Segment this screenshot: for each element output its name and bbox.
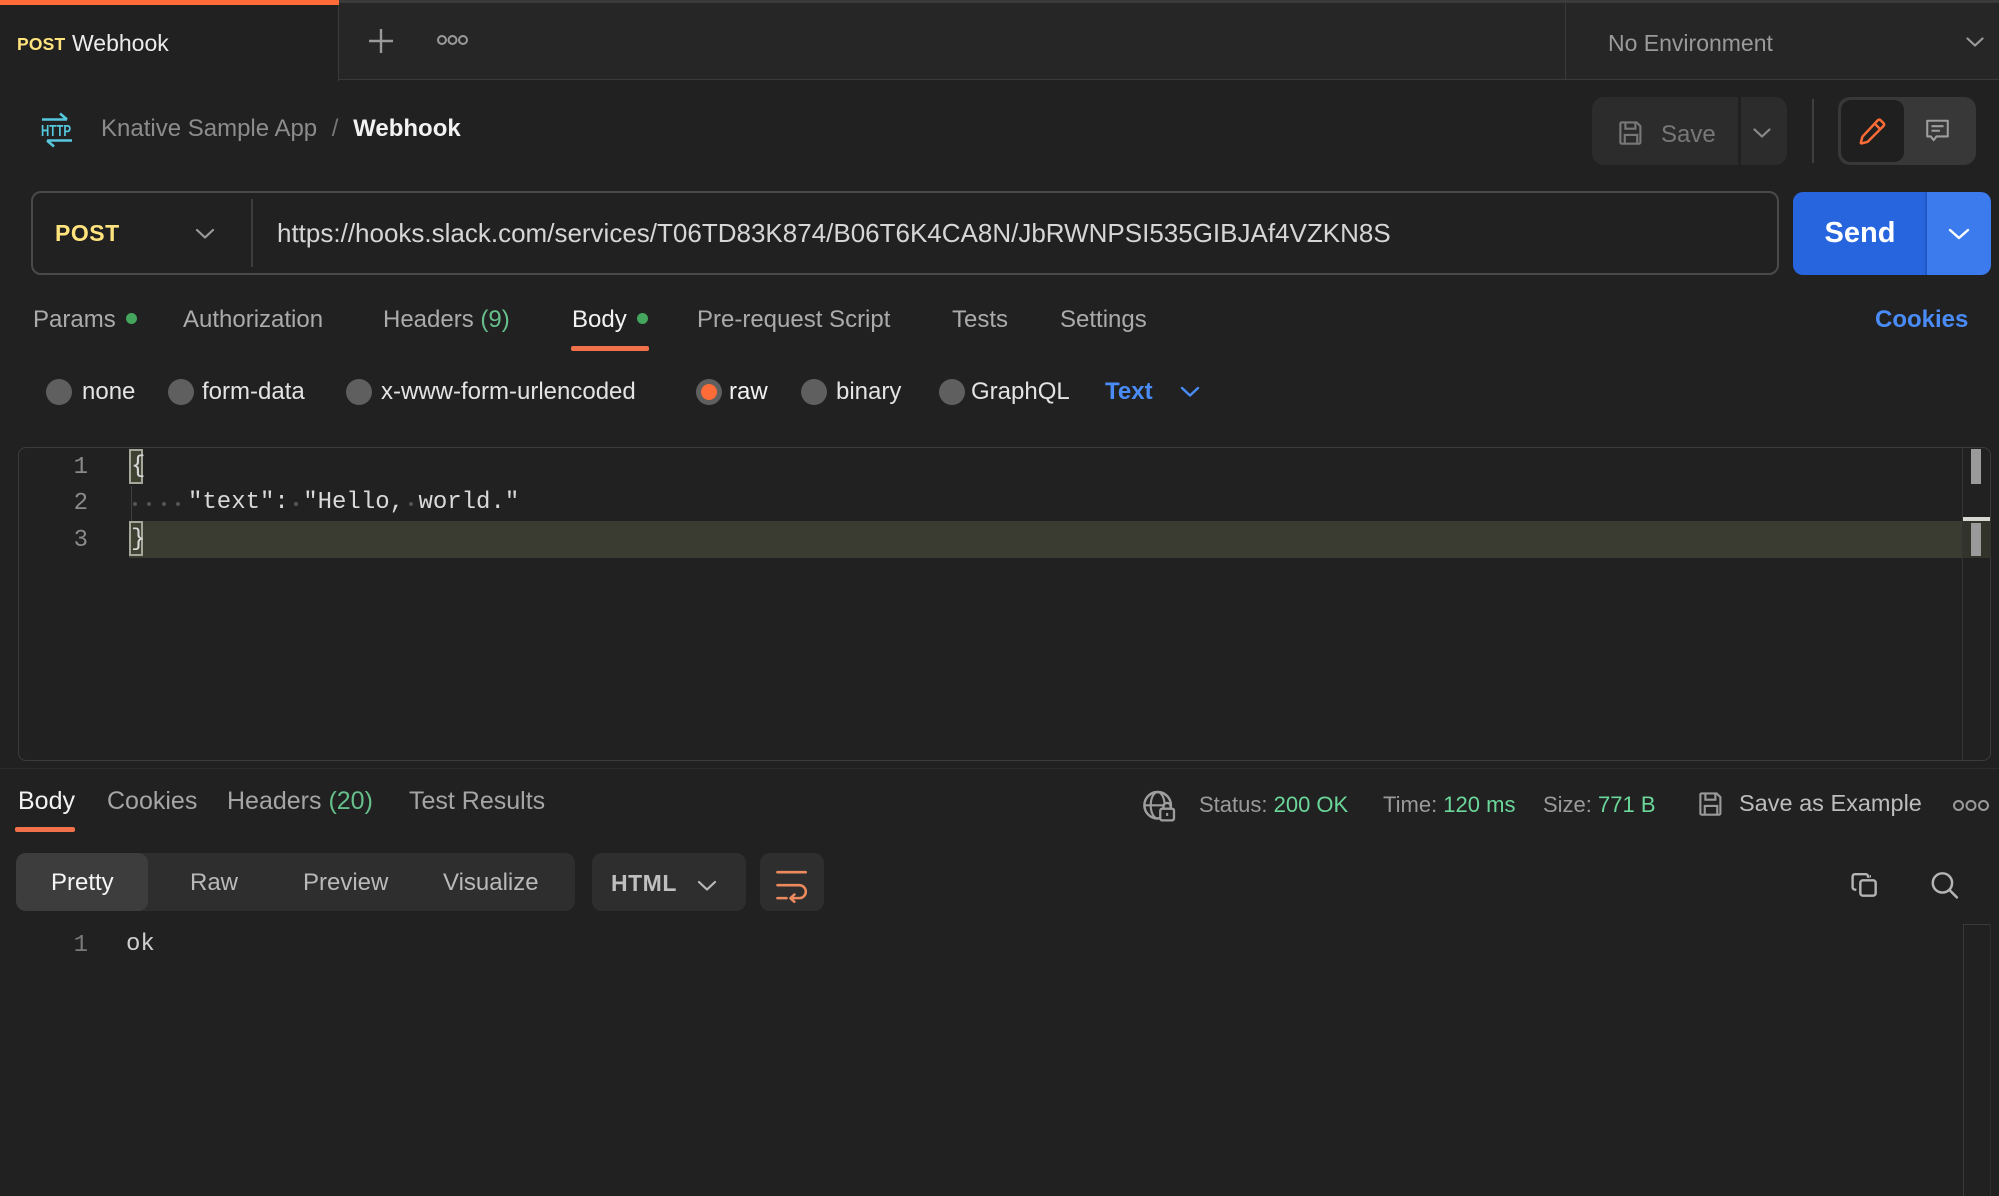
svg-text:HTTP: HTTP	[41, 123, 71, 140]
